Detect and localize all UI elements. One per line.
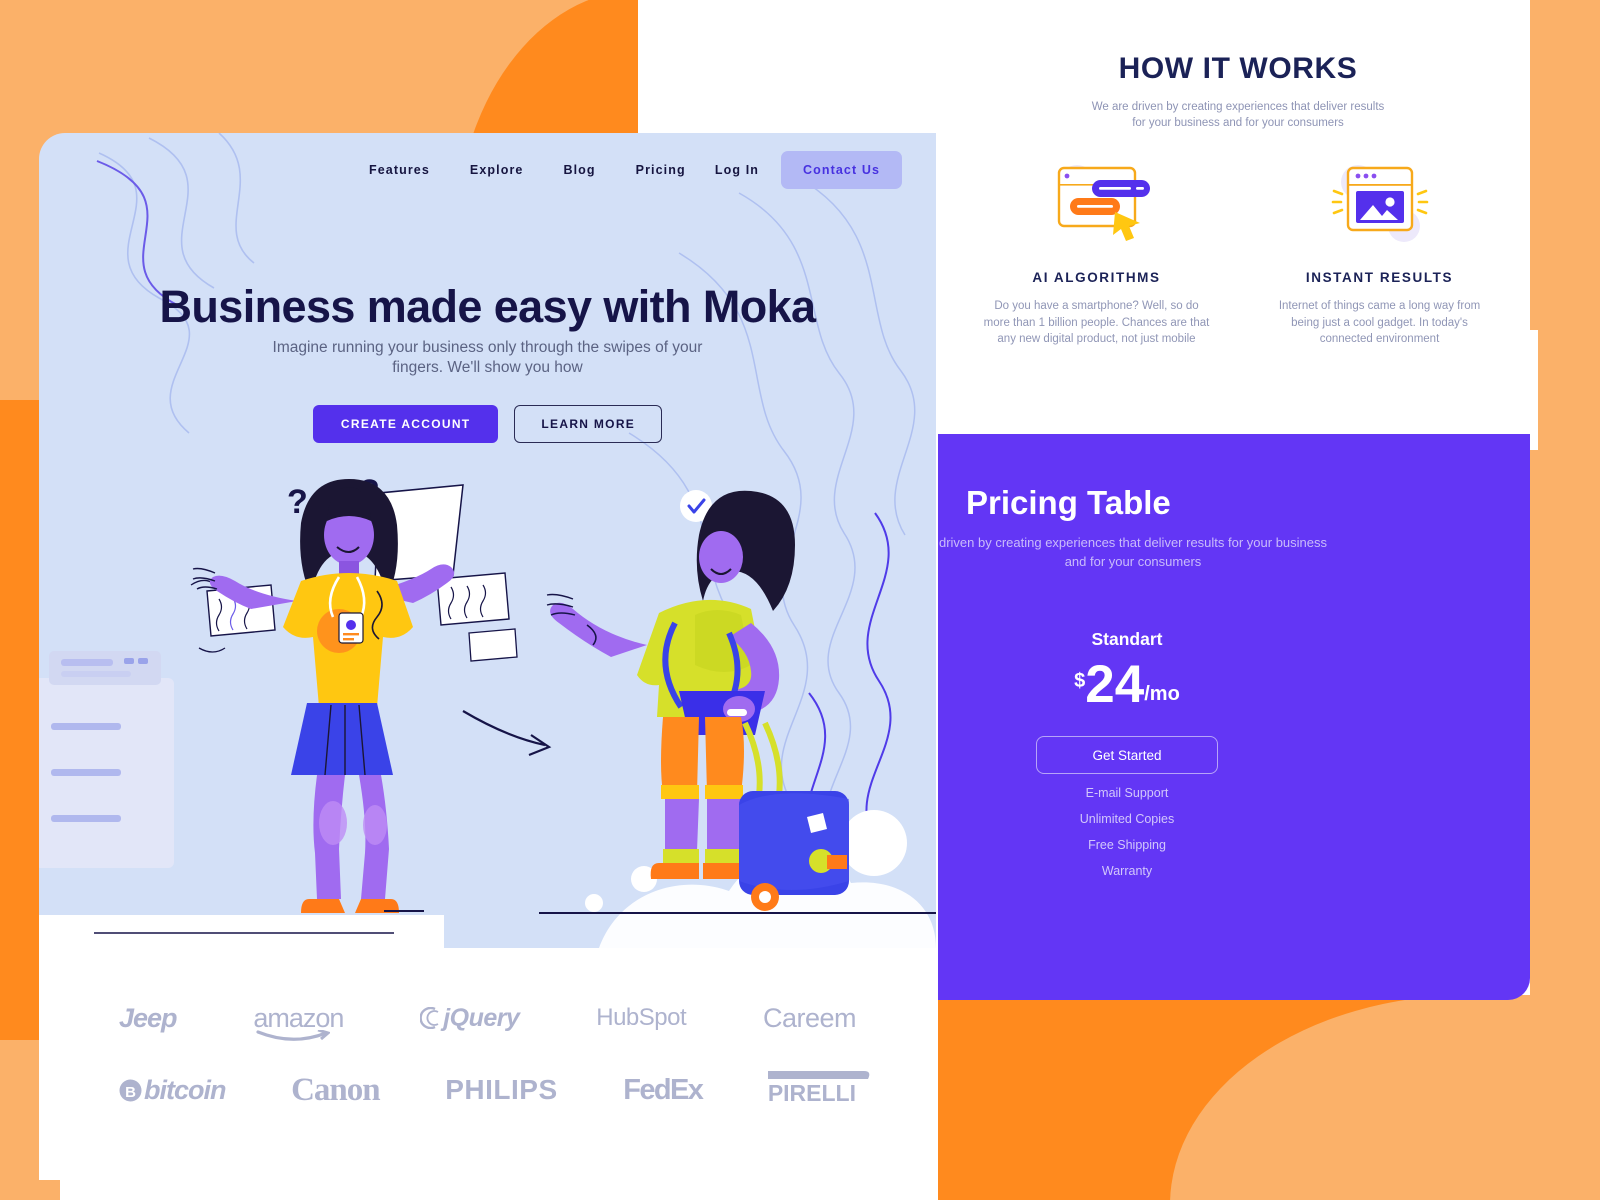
- logo-amazon: amazon: [253, 1003, 344, 1041]
- how-it-works-cards: AI ALGORITHMS Do you have a smartphone? …: [938, 160, 1538, 348]
- nav-link-features[interactable]: Features: [369, 163, 430, 177]
- feature-description: Internet of things came a long way from …: [1278, 300, 1481, 346]
- browser-window-image-icon: [1320, 160, 1440, 252]
- arrow-icon: [462, 710, 552, 757]
- plan-feature: Warranty: [1101, 864, 1153, 879]
- character-traveler-woman: [546, 490, 849, 911]
- hero-cta-group: CREATE ACCOUNT LEARN MORE: [39, 405, 936, 443]
- how-it-works-title: HOW IT WORKS: [1118, 52, 1358, 85]
- logo-jeep: Jeep: [119, 1002, 178, 1033]
- flying-paper-right: [436, 572, 518, 662]
- feature-card-ai-algorithms: AI ALGORITHMS Do you have a smartphone? …: [974, 160, 1219, 348]
- login-link[interactable]: Log In: [715, 163, 759, 177]
- plan-feature: Free Shipping: [1088, 838, 1166, 853]
- plan-name: Standart: [1091, 629, 1163, 649]
- logo-row-1: Jeep amazon jQuery HubSpot Careem: [119, 985, 857, 1051]
- background-peach-right-column: [1530, 0, 1600, 1200]
- logo-philips: PHILIPS: [445, 1074, 558, 1105]
- page-canvas: Features Explore Blog Pricing Log In Con…: [0, 0, 1600, 1200]
- feature-title: AI ALGORITHMS: [1032, 270, 1161, 285]
- feature-card-instant-results: INSTANT RESULTS Internet of things came …: [1257, 160, 1502, 348]
- nav-link-explore[interactable]: Explore: [470, 163, 524, 177]
- svg-text:B: B: [125, 1084, 136, 1101]
- create-account-button[interactable]: CREATE ACCOUNT: [312, 405, 499, 443]
- brand-logos-strip: Jeep amazon jQuery HubSpot Careem B bitc…: [39, 948, 936, 1180]
- copier-illustration: [39, 651, 174, 868]
- hero-illustration: ? ?: [39, 473, 936, 948]
- top-navigation: Features Explore Blog Pricing Log In Con…: [39, 133, 936, 207]
- pricing-subtitle: driven by creating experiences that deli…: [938, 535, 1328, 569]
- logo-hubspot: HubSpot: [596, 1004, 687, 1031]
- nav-links: Features Explore Blog Pricing: [369, 163, 686, 177]
- jquery-mark-icon: [420, 1007, 439, 1029]
- logo-bitcoin: B bitcoin: [119, 1075, 226, 1106]
- feature-description: Do you have a smartphone? Well, so do mo…: [983, 300, 1210, 346]
- pirelli-bar-icon: [767, 1071, 870, 1079]
- browser-window-cursor-icon: [1037, 160, 1157, 252]
- price-amount: 24: [1085, 655, 1145, 714]
- hero-subtitle: Imagine running your business only throu…: [272, 339, 703, 376]
- nav-link-pricing[interactable]: Pricing: [636, 163, 686, 177]
- contact-us-button[interactable]: Contact Us: [781, 151, 902, 189]
- hero-title: Business made easy with Moka: [159, 281, 817, 332]
- logo-pirelli: PIRELLI: [767, 1071, 870, 1107]
- learn-more-button[interactable]: LEARN MORE: [514, 405, 663, 443]
- currency-symbol: $: [1074, 670, 1086, 692]
- nav-actions: Log In Contact Us: [715, 151, 902, 189]
- logo-canon: Canon: [291, 1071, 381, 1108]
- bitcoin-mark-icon: B: [119, 1079, 142, 1101]
- pricing-title: Pricing Table: [966, 484, 1171, 521]
- price-period: /mo: [1144, 683, 1180, 706]
- plan-price: $ 24 /mo: [1074, 655, 1180, 714]
- hero-panel: Features Explore Blog Pricing Log In Con…: [39, 133, 936, 948]
- how-it-works-subtitle: We are driven by creating experiences th…: [1091, 101, 1385, 130]
- how-it-works-section: HOW IT WORKS We are driven by creating e…: [938, 0, 1538, 436]
- logo-careem: Careem: [762, 1002, 857, 1033]
- feature-title: INSTANT RESULTS: [1305, 270, 1454, 285]
- logo-fedex: FedEx: [623, 1073, 704, 1106]
- nav-link-blog[interactable]: Blog: [563, 163, 595, 177]
- pricing-section: Pricing Table driven by creating experie…: [938, 434, 1530, 1000]
- plan-feature: Unlimited Copies: [1079, 812, 1175, 827]
- logo-jquery: jQuery: [420, 1004, 520, 1033]
- pricing-plan-standart: Standart $ 24 /mo Get Started E-mail Sup…: [1013, 629, 1241, 878]
- logo-row-2: B bitcoin Canon PHILIPS FedEx PIRELLI: [119, 1057, 870, 1123]
- plan-feature: E-mail Support: [1085, 786, 1169, 801]
- get-started-button-standart[interactable]: Get Started: [1036, 736, 1218, 775]
